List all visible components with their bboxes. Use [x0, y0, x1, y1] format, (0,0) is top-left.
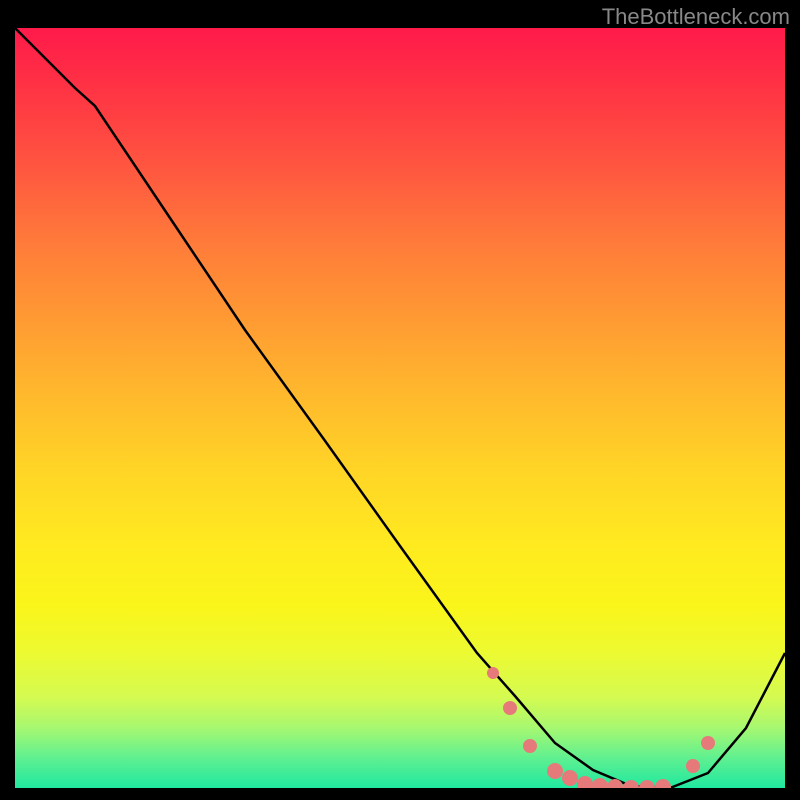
bottleneck-line [15, 28, 785, 788]
marker-dot [523, 739, 537, 753]
chart-area [15, 28, 785, 788]
marker-dot [639, 780, 655, 788]
marker-dot [547, 763, 563, 779]
chart-svg [15, 28, 785, 788]
marker-dot [487, 667, 499, 679]
marker-dot [562, 770, 578, 786]
marker-dot [503, 701, 517, 715]
marker-dot [592, 778, 608, 788]
marker-dot [577, 776, 593, 788]
marker-dot [655, 779, 671, 788]
marker-dot [686, 759, 700, 773]
marker-dot [623, 780, 639, 788]
watermark-text: TheBottleneck.com [602, 4, 790, 30]
marker-dot [701, 736, 715, 750]
